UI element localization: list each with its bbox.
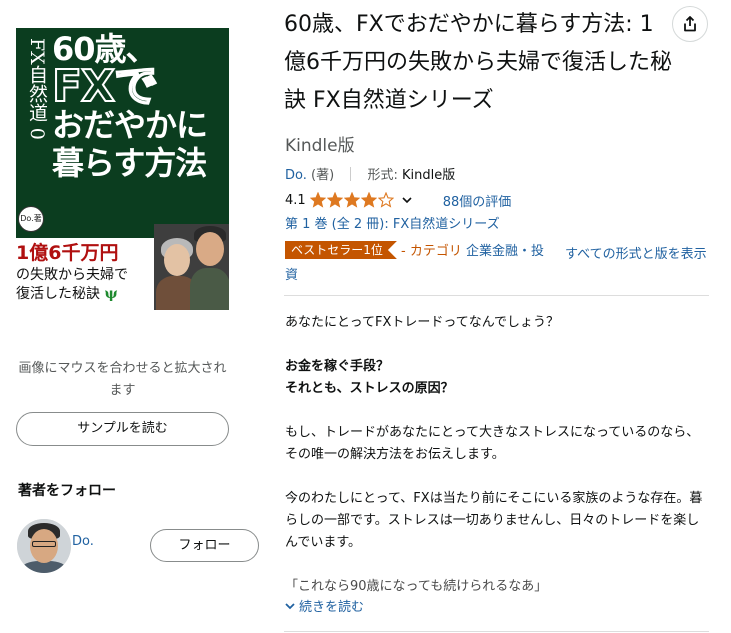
star-full-icon xyxy=(326,192,343,208)
share-icon xyxy=(684,16,696,32)
star-full-icon xyxy=(309,192,326,208)
follow-author-heading: 著者をフォロー xyxy=(18,483,116,499)
bestseller-badge[interactable]: ベストセラー1位 xyxy=(285,241,397,259)
description-paragraph: 今のわたしにとって、FXは当たり前にそこにいる家族のような存在。暮らしの一部です… xyxy=(285,491,703,550)
star-full-icon xyxy=(360,192,377,208)
cover-series-text: FX自然道 0 xyxy=(26,38,48,140)
chevron-down-icon xyxy=(285,602,295,609)
rating-row: 4.1 88個の評価 xyxy=(285,189,511,211)
description-question-line-2: それとも、ストレスの原因？ xyxy=(285,381,454,396)
cover-title-line-2: FXで xyxy=(51,61,159,112)
cover-subtitle-line-2: の失敗から夫婦で xyxy=(16,267,128,283)
divider xyxy=(284,631,709,632)
book-cover-image[interactable]: FX自然道 0 60歳、 FXで おだやかに 暮らす方法 Do.著 1億6千万円… xyxy=(16,28,229,310)
all-formats-link[interactable]: すべての形式と版を表示 xyxy=(565,244,715,266)
read-more-label: 続きを読む xyxy=(299,600,365,615)
cover-title: 60歳、 FXで おだやかに 暮らす方法 xyxy=(51,30,228,182)
cover-subtitle-text: の失敗から夫婦で 復活した秘訣 ψ xyxy=(16,266,166,304)
description-question-line-1: お金を稼ぐ手段？ xyxy=(285,359,390,374)
byline: Do. (著) 形式: Kindle版 xyxy=(285,164,455,183)
byline-format-value: Kindle版 xyxy=(401,168,456,183)
cover-subtitle-amount: 1億6千万円 xyxy=(16,242,119,264)
cover-top-panel: FX自然道 0 60歳、 FXで おだやかに 暮らす方法 Do.著 xyxy=(16,28,229,238)
byline-divider xyxy=(350,167,352,181)
description-paragraph: もし、トレードがあなたにとって大きなストレスになっているのなら、その唯一の解決方… xyxy=(285,425,700,462)
format-heading: Kindle版 xyxy=(285,136,355,156)
follow-button[interactable]: フォロー xyxy=(150,529,259,562)
book-description: あなたにとってFXトレードってなんでしょう？ お金を稼ぐ手段？ それとも、ストレ… xyxy=(285,312,710,620)
series-link[interactable]: 第 1 巻 (全 2 冊): FX自然道シリーズ xyxy=(285,213,500,232)
description-quote: 「これなら90歳になっても続けられるなあ」 xyxy=(285,579,548,594)
author-name-link[interactable]: Do. xyxy=(72,534,94,549)
share-button[interactable] xyxy=(672,6,708,42)
star-full-icon xyxy=(343,192,360,208)
byline-format-label: 形式: xyxy=(367,168,398,183)
cover-author-seal: Do.著 xyxy=(18,206,44,232)
cover-title-line-4: 暮らす方法 xyxy=(52,144,207,182)
read-sample-button[interactable]: サンプルを読む xyxy=(16,412,229,446)
cover-subtitle-line-3: 復活した秘訣 xyxy=(16,286,100,302)
description-paragraph: あなたにとってFXトレードってなんでしょう？ xyxy=(285,315,560,330)
sprout-icon: ψ xyxy=(104,286,118,302)
star-partial-icon xyxy=(377,192,394,208)
badge-category-prefix: - カテゴリ xyxy=(401,244,462,259)
zoom-hint-text: 画像にマウスを合わせると拡大されます xyxy=(18,361,227,398)
description-question: お金を稼ぐ手段？ それとも、ストレスの原因？ xyxy=(285,356,710,400)
product-title: 60歳、FXでおだやかに暮らす方法: 1億6千万円の失敗から夫婦で復活した秘訣 … xyxy=(284,12,672,113)
bestseller-block: ベストセラー1位 - カテゴリ 企業金融・投資 xyxy=(285,240,555,288)
cover-title-line-3: おだやかに xyxy=(52,106,208,144)
byline-author-link[interactable]: Do. xyxy=(285,168,307,183)
author-avatar[interactable] xyxy=(17,519,71,573)
rating-stars[interactable] xyxy=(309,192,395,208)
read-more-link[interactable]: 続きを読む xyxy=(284,596,364,615)
chevron-down-icon[interactable] xyxy=(401,194,413,206)
divider xyxy=(284,295,709,296)
byline-author-role: (著) xyxy=(311,168,335,183)
rating-value: 4.1 xyxy=(285,192,306,208)
rating-count-link[interactable]: 88個の評価 xyxy=(443,191,512,210)
